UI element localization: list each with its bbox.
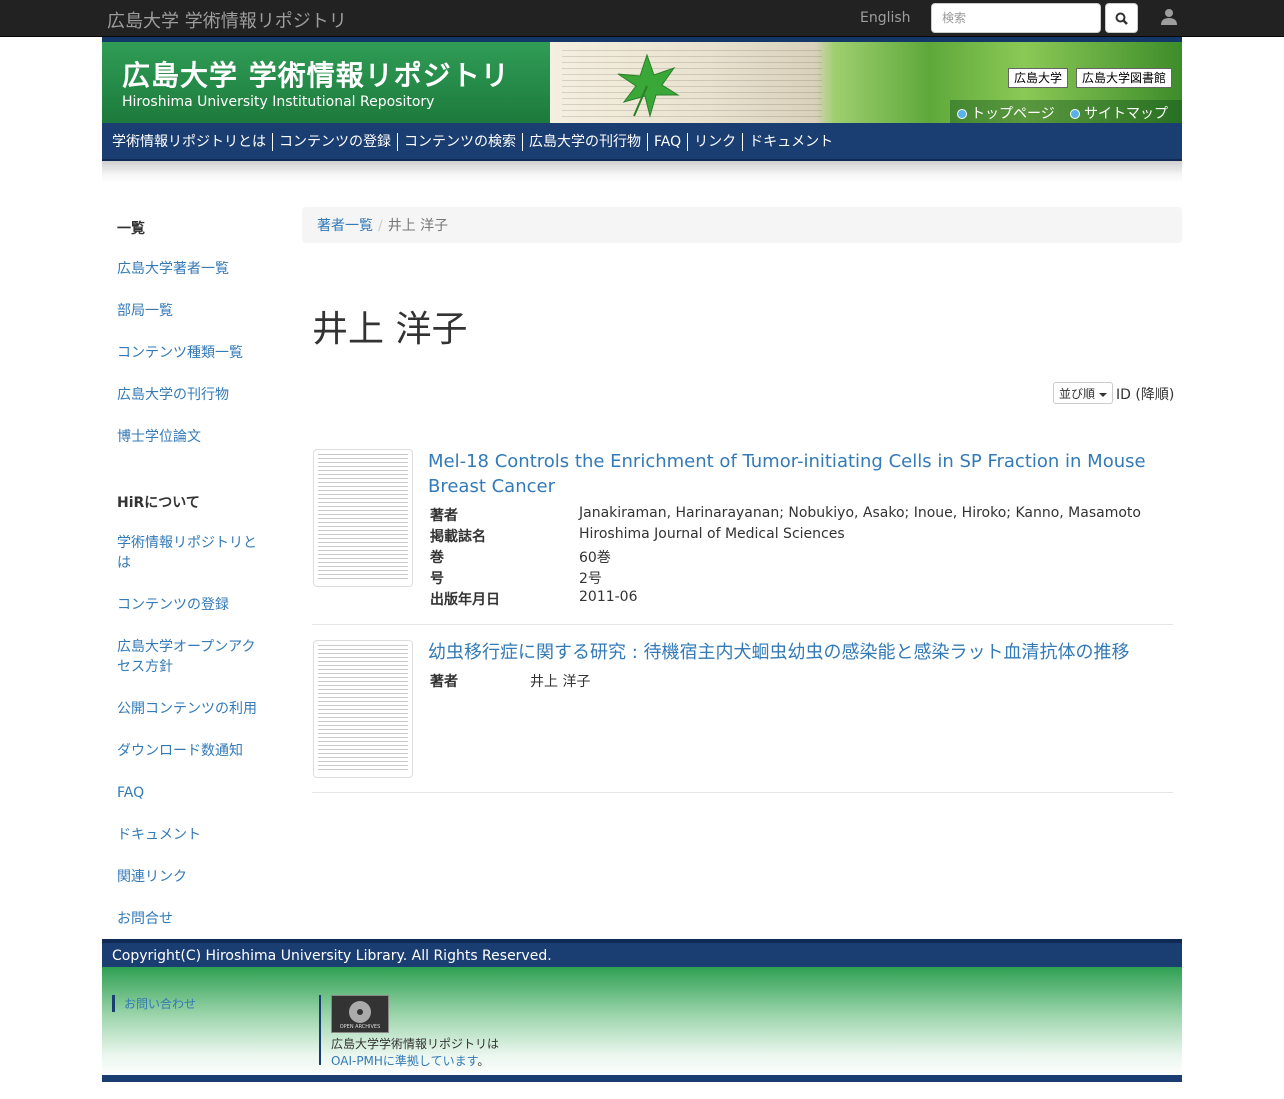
meta-key: 号: [430, 571, 444, 587]
nav-item-about[interactable]: 学術情報リポジトリとは: [106, 133, 273, 151]
sidebar-item-related-links[interactable]: 関連リンク: [117, 867, 187, 887]
sidebar-item-register[interactable]: コンテンツの登録: [117, 595, 229, 615]
oai-text: 広島大学学術情報リポジトリは: [331, 1037, 500, 1051]
nav-item-faq[interactable]: FAQ: [648, 133, 689, 151]
nav-item-register[interactable]: コンテンツの登録: [273, 133, 398, 151]
page-title: 井上 洋子: [312, 309, 468, 350]
list-item: Mel-18 Controls the Enrichment of Tumor-…: [312, 449, 1173, 625]
sidebar-item-authors[interactable]: 広島大学著者一覧: [117, 259, 229, 279]
language-english-link[interactable]: English: [860, 10, 911, 26]
item-thumbnail[interactable]: [313, 449, 413, 587]
nav-item-publications[interactable]: 広島大学の刊行物: [523, 133, 648, 151]
sidebar-item-usage[interactable]: 公開コンテンツの利用: [117, 699, 257, 719]
cd-icon: OPEN ARCHIVES: [340, 1001, 381, 1030]
sort-dropdown-button[interactable]: 並び順: [1053, 382, 1114, 404]
maple-leaf-icon: [617, 53, 680, 118]
sidebar-item-content-types[interactable]: コンテンツ種類一覧: [117, 343, 243, 363]
footer-bottom-bar: [102, 1075, 1182, 1082]
nav-shadow: [102, 161, 1182, 183]
meta-value: 井上 洋子: [530, 674, 591, 690]
oai-section: OPEN ARCHIVES 広島大学学術情報リポジトリは OAI-PMHに準拠し…: [319, 995, 500, 1068]
sidebar-heading-list: 一覧: [117, 221, 145, 237]
bullet-icon: [1070, 109, 1080, 119]
header-banner: 広島大学 学術情報リポジトリ Hiroshima University Inst…: [102, 37, 1182, 123]
sidebar-item-documents[interactable]: ドキュメント: [117, 825, 201, 845]
meta-key: 著者: [430, 508, 458, 524]
search-icon: [1115, 12, 1128, 25]
meta-key: 掲載誌名: [430, 529, 486, 545]
nav-item-search[interactable]: コンテンツの検索: [398, 133, 523, 151]
item-metadata: 著者 Janakiraman, Harinarayanan; Nobukiyo, …: [430, 505, 1141, 610]
sitemap-link[interactable]: サイトマップ: [1070, 103, 1168, 123]
nav-item-documents[interactable]: ドキュメント: [743, 133, 839, 151]
sidebar-item-departments[interactable]: 部局一覧: [117, 301, 173, 321]
sidebar-item-faq[interactable]: FAQ: [117, 783, 144, 803]
meta-value: 2号: [579, 571, 602, 587]
oai-pmh-link[interactable]: OAI-PMHに準拠しています: [331, 1054, 477, 1068]
top-navbar: 広島大学 学術情報リポジトリ English: [0, 0, 1284, 37]
main-nav: 学術情報リポジトリとは コンテンツの登録 コンテンツの検索 広島大学の刊行物 F…: [102, 123, 1182, 161]
item-metadata: 著者 井上 洋子: [430, 671, 590, 692]
sidebar-item-dissertations[interactable]: 博士学位論文: [117, 427, 201, 447]
sort-label: ID (降順): [1116, 387, 1175, 403]
breadcrumb-current: 井上 洋子: [387, 218, 449, 234]
meta-value: Hiroshima Journal of Medical Sciences: [579, 526, 845, 542]
breadcrumb: 著者一覧 / 井上 洋子: [302, 207, 1182, 243]
sidebar-item-about-repo[interactable]: 学術情報リポジトリとは: [117, 533, 262, 573]
item-title-link[interactable]: 幼虫移行症に関する研究 : 待機宿主内犬蛔虫幼虫の感染能と感染ラット血清抗体の推…: [428, 640, 1168, 665]
meta-value: 2011-06: [579, 589, 638, 605]
meta-value: Janakiraman, Harinarayanan; Nobukiyo, As…: [579, 505, 1141, 521]
svg-text:OPEN ARCHIVES: OPEN ARCHIVES: [340, 1024, 381, 1030]
meta-key: 巻: [430, 550, 444, 566]
user-icon[interactable]: [1160, 8, 1178, 26]
meta-key: 著者: [430, 674, 458, 690]
brand-link[interactable]: 広島大学 学術情報リポジトリ: [107, 7, 347, 33]
sidebar-heading-about: HiRについて: [117, 495, 200, 511]
hiroshima-univ-link[interactable]: 広島大学: [1008, 68, 1069, 88]
oai-suffix: 。: [477, 1054, 490, 1068]
open-archives-logo[interactable]: OPEN ARCHIVES: [331, 995, 389, 1033]
sidebar-item-publications[interactable]: 広島大学の刊行物: [117, 385, 229, 405]
book-page-image: [562, 50, 822, 120]
breadcrumb-authors-link[interactable]: 著者一覧: [317, 218, 373, 234]
search-button[interactable]: [1105, 3, 1138, 33]
breadcrumb-separator: /: [378, 218, 383, 234]
meta-value: 60巻: [579, 550, 611, 566]
footer-body: お問い合わせ OPEN ARCHIVES 広島大学学術情報リポジトリは OAI-…: [102, 967, 1182, 1077]
item-thumbnail[interactable]: [313, 640, 413, 778]
sidebar-item-download-notice[interactable]: ダウンロード数通知: [117, 741, 243, 761]
copyright-text: Copyright(C) Hiroshima University Librar…: [112, 948, 552, 964]
nav-item-links[interactable]: リンク: [688, 133, 744, 151]
sidebar-item-oa-policy[interactable]: 広島大学オープンアクセス方針: [117, 637, 262, 677]
sidebar-item-contact[interactable]: お問合せ: [117, 909, 173, 929]
search-input[interactable]: [931, 3, 1101, 33]
list-item: 幼虫移行症に関する研究 : 待機宿主内犬蛔虫幼虫の感染能と感染ラット血清抗体の推…: [312, 640, 1173, 793]
footer-bar: Copyright(C) Hiroshima University Librar…: [102, 939, 1182, 967]
bullet-icon: [957, 109, 967, 119]
item-title-link[interactable]: Mel-18 Controls the Enrichment of Tumor-…: [428, 449, 1168, 499]
banner-subtitle: Hiroshima University Institutional Repos…: [122, 94, 435, 110]
banner-title: 広島大学 学術情報リポジトリ: [122, 59, 510, 92]
top-page-link[interactable]: トップページ: [957, 103, 1055, 123]
caret-down-icon: [1099, 392, 1108, 397]
meta-key: 出版年月日: [430, 592, 500, 608]
hiroshima-univ-library-link[interactable]: 広島大学図書館: [1076, 68, 1173, 88]
footer-contact-link[interactable]: お問い合わせ: [112, 995, 196, 1012]
